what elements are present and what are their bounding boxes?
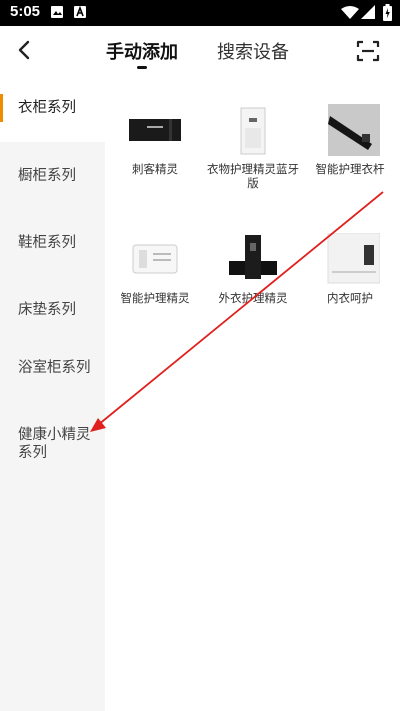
notification-a-icon bbox=[74, 5, 86, 18]
product-name: 智能护理精灵 bbox=[120, 291, 190, 305]
product-name: 外衣护理精灵 bbox=[218, 291, 288, 305]
signal-icon bbox=[361, 5, 375, 19]
active-indicator bbox=[0, 94, 3, 122]
product-image bbox=[125, 104, 185, 156]
sidebar-item-wardrobe[interactable]: 衣柜系列 bbox=[0, 74, 105, 142]
product-outerwear-care-sprite[interactable]: 外衣护理精灵 bbox=[203, 233, 303, 305]
product-name: 智能护理衣杆 bbox=[315, 162, 385, 176]
battery-icon bbox=[383, 4, 392, 21]
sidebar-item-label: 床垫系列 bbox=[18, 302, 76, 318]
sidebar-item-cabinet[interactable]: 橱柜系列 bbox=[0, 167, 105, 185]
product-name: 内衣呵护 bbox=[327, 291, 373, 305]
sidebar-item-label: 鞋柜系列 bbox=[18, 235, 76, 251]
image-icon bbox=[51, 6, 63, 18]
status-bar: 5:05 bbox=[0, 0, 400, 26]
scan-icon[interactable] bbox=[356, 39, 380, 63]
sidebar-item-shoe-cabinet[interactable]: 鞋柜系列 bbox=[0, 234, 105, 252]
product-assassin-sprite[interactable]: 刺客精灵 bbox=[105, 104, 205, 176]
tab-search-device[interactable]: 搜索设备 bbox=[217, 38, 289, 64]
product-clothes-care-bluetooth[interactable]: 衣物护理精灵蓝牙版 bbox=[203, 104, 303, 190]
product-smart-care-sprite[interactable]: 智能护理精灵 bbox=[105, 233, 205, 305]
sidebar-item-bathroom-cabinet[interactable]: 浴室柜系列 bbox=[0, 359, 105, 377]
sidebar-item-label: 衣柜系列 bbox=[18, 100, 76, 116]
product-image bbox=[125, 233, 185, 285]
product-image bbox=[320, 232, 381, 285]
header: 手动添加 搜索设备 bbox=[0, 26, 400, 74]
sidebar-item-health-sprite[interactable]: 健康小精灵系列 bbox=[0, 426, 105, 462]
product-underwear-care[interactable]: 内衣呵护 bbox=[300, 232, 400, 305]
sidebar-item-label: 健康小精灵系列 bbox=[18, 427, 91, 461]
back-button[interactable] bbox=[10, 36, 38, 64]
product-image bbox=[320, 104, 380, 156]
product-smart-care-rod[interactable]: 智能护理衣杆 bbox=[300, 104, 400, 176]
sidebar-item-label: 橱柜系列 bbox=[18, 168, 76, 184]
product-image bbox=[223, 233, 283, 285]
tab-indicator bbox=[137, 66, 147, 69]
product-image bbox=[223, 104, 283, 156]
product-name: 衣物护理精灵蓝牙版 bbox=[207, 162, 299, 190]
tab-manual-add[interactable]: 手动添加 bbox=[106, 38, 178, 64]
back-arrow-icon bbox=[18, 40, 30, 60]
product-name: 刺客精灵 bbox=[132, 162, 178, 176]
sidebar-item-mattress[interactable]: 床垫系列 bbox=[0, 301, 105, 319]
sidebar-item-label: 浴室柜系列 bbox=[18, 360, 91, 376]
wifi-icon bbox=[341, 6, 359, 19]
category-sidebar: 衣柜系列 橱柜系列 鞋柜系列 床垫系列 浴室柜系列 健康小精灵系列 bbox=[0, 74, 105, 711]
status-time: 5:05 bbox=[10, 3, 41, 20]
